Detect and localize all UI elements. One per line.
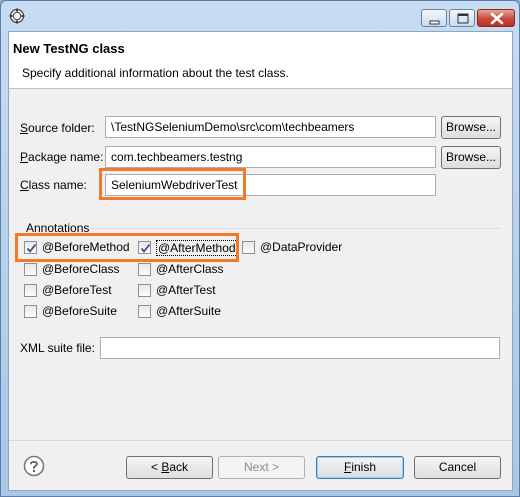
next-button[interactable]: Next >: [218, 456, 305, 479]
minimize-button[interactable]: [421, 9, 447, 27]
checkbox-before-class[interactable]: [24, 263, 37, 276]
annotations-group-divider: [89, 228, 501, 229]
close-button[interactable]: [477, 9, 515, 27]
annotation-checkbox-row[interactable]: @BeforeClass: [24, 261, 134, 279]
package-name-input[interactable]: com.techbeamers.testng: [105, 146, 436, 168]
checkbox-after-test[interactable]: [138, 284, 151, 297]
package-name-browse-button[interactable]: Browse...: [441, 146, 501, 169]
dialog-window: New TestNG class Specify additional info…: [0, 0, 520, 497]
annotation-label: @DataProvider: [260, 240, 343, 254]
help-icon[interactable]: [23, 455, 45, 477]
xml-suite-file-input[interactable]: [100, 337, 500, 359]
dialog-client-area: New TestNG class Specify additional info…: [8, 31, 513, 491]
checkbox-data-provider[interactable]: [242, 241, 255, 254]
checkbox-before-test[interactable]: [24, 284, 37, 297]
dialog-banner: New TestNG class Specify additional info…: [9, 32, 512, 89]
annotation-checkbox-row[interactable]: @AfterClass: [138, 261, 238, 279]
banner-title: New TestNG class: [13, 41, 125, 56]
annotation-checkbox-row[interactable]: @BeforeSuite: [24, 303, 134, 321]
annotation-label: @AfterSuite: [156, 304, 221, 318]
checkbox-after-suite[interactable]: [138, 305, 151, 318]
source-folder-input[interactable]: \TestNGSeleniumDemo\src\com\techbeamers: [105, 116, 436, 138]
annotation-label: @BeforeSuite: [42, 304, 117, 318]
annotation-checkbox-row[interactable]: @AfterTest: [138, 282, 238, 300]
xml-suite-file-label: XML suite file:: [20, 341, 95, 355]
banner-description: Specify additional information about the…: [22, 66, 289, 80]
source-folder-browse-button[interactable]: Browse...: [441, 116, 501, 139]
title-bar[interactable]: [1, 1, 519, 31]
annotation-label: @AfterTest: [156, 283, 216, 297]
footer-divider: [9, 440, 512, 441]
maximize-icon: [457, 13, 469, 24]
package-name-label: Package name:: [20, 150, 104, 164]
eclipse-app-icon: [9, 8, 25, 24]
maximize-button[interactable]: [449, 9, 475, 27]
annotation-checkbox-row[interactable]: @AfterSuite: [138, 303, 238, 321]
back-button[interactable]: < Back: [126, 456, 213, 479]
checkbox-before-suite[interactable]: [24, 305, 37, 318]
finish-button[interactable]: Finish: [316, 456, 404, 479]
cancel-button[interactable]: Cancel: [414, 456, 501, 479]
annotations-highlight: [15, 233, 239, 262]
annotation-label: @BeforeTest: [42, 283, 112, 297]
close-icon: [490, 12, 504, 25]
annotation-label: @BeforeClass: [42, 262, 120, 276]
annotation-checkbox-row[interactable]: @BeforeTest: [24, 282, 134, 300]
source-folder-label: Source folder:: [20, 121, 95, 135]
annotation-checkbox-row[interactable]: @DataProvider: [242, 239, 352, 257]
class-name-highlight: [99, 168, 246, 200]
minimize-icon: [429, 20, 440, 25]
checkbox-after-class[interactable]: [138, 263, 151, 276]
class-name-label: Class name:: [20, 178, 87, 192]
annotation-label: @AfterClass: [156, 262, 224, 276]
